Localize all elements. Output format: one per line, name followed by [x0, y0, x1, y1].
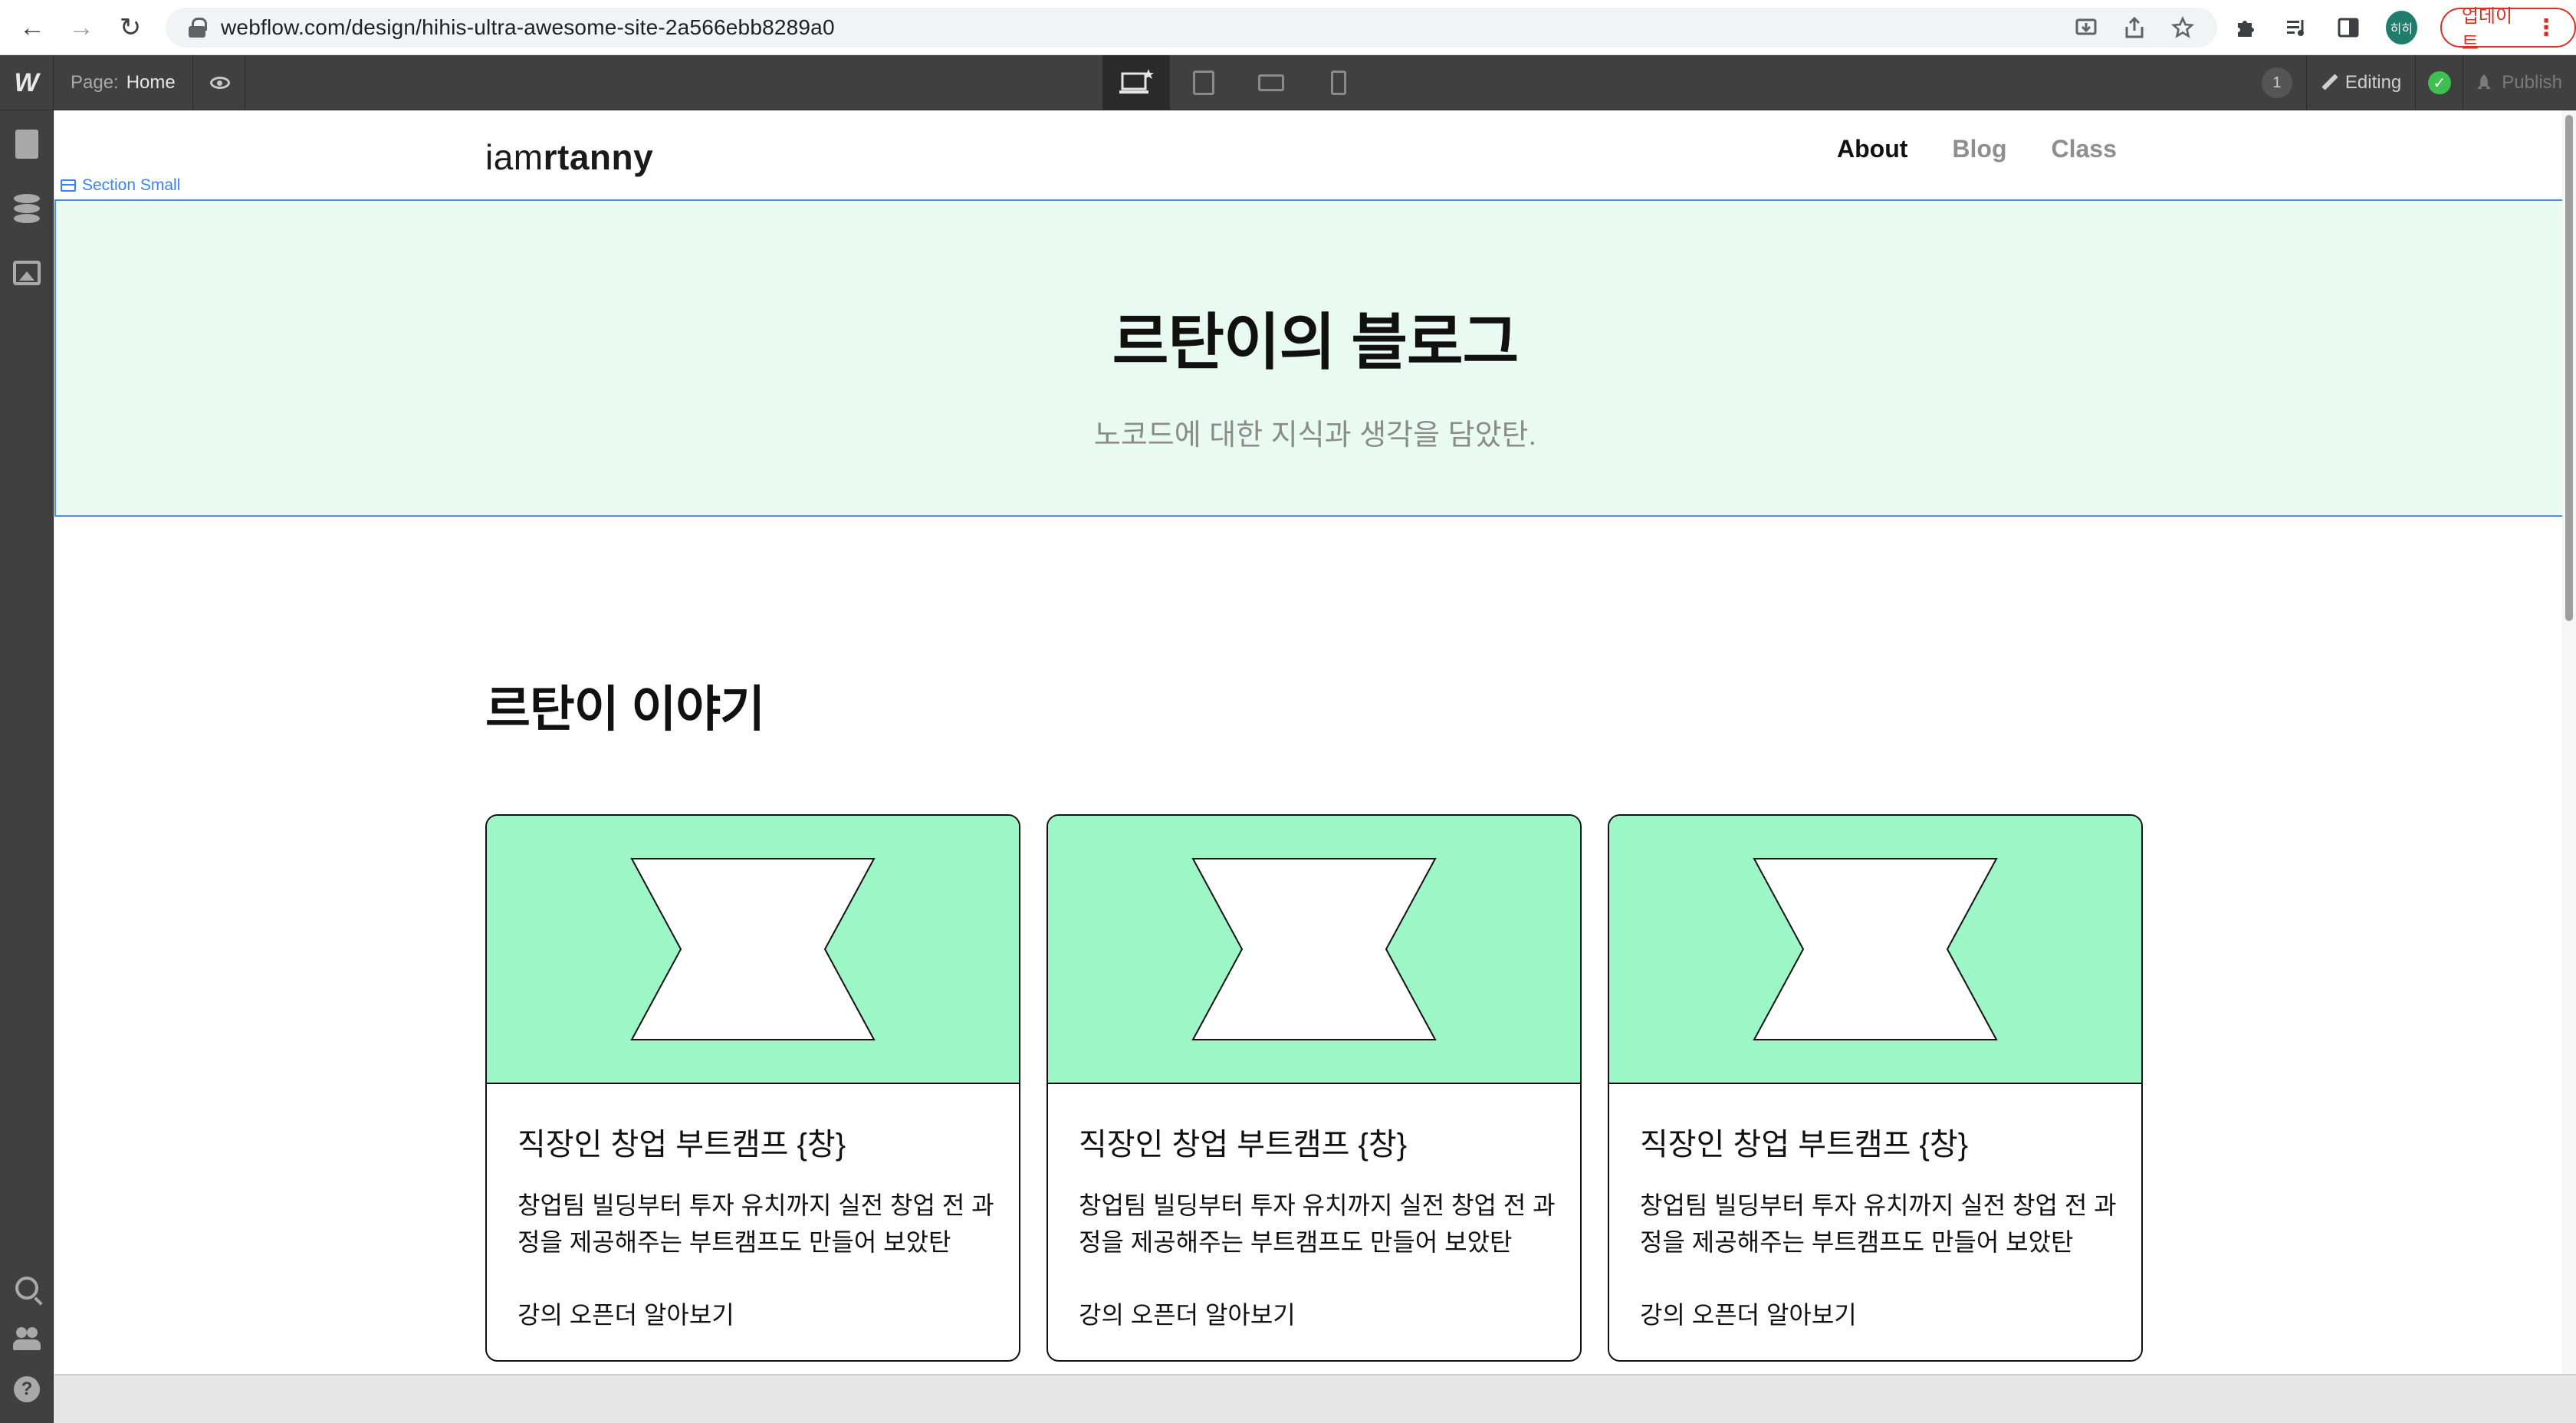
reload-icon: ↻ — [119, 13, 142, 42]
section-icon — [61, 179, 76, 192]
placeholder-image-icon — [1753, 858, 1998, 1040]
breakpoint-tablet[interactable] — [1170, 55, 1237, 110]
designer-topbar: W Page: Home 1 Editing ✓ Publish — [0, 55, 2576, 110]
tablet-icon — [1193, 71, 1214, 95]
editing-label: Editing — [2344, 72, 2402, 93]
webflow-logo[interactable]: W — [0, 55, 54, 110]
more-vert-icon: ⋮ — [2535, 15, 2558, 41]
blog-card[interactable]: 직장인 창업 부트캠프 {창} 창업팀 빌딩부터 투자 유치까지 실전 창업 전… — [1608, 814, 2143, 1362]
check-circle-icon: ✓ — [2427, 71, 2451, 94]
media-control-icon[interactable] — [2282, 12, 2311, 43]
breakpoint-desktop[interactable] — [1102, 55, 1170, 110]
hero-section[interactable]: 르탄이의 블로그 노코드에 대한 지식과 생각을 담았탄. — [54, 199, 2576, 517]
publish-label: Publish — [2502, 72, 2562, 93]
saved-status: ✓ — [2415, 55, 2463, 110]
card-link[interactable]: 강의 오픈더 알아보기 — [1079, 1296, 1296, 1331]
mobile-portrait-icon — [1331, 71, 1346, 95]
hero-title: 르탄이의 블로그 — [1112, 308, 1519, 376]
url-text[interactable]: webflow.com/design/hihis-ultra-awesome-s… — [221, 15, 835, 40]
left-toolbar: ? — [0, 110, 54, 1423]
page-name: Home — [126, 72, 176, 93]
canvas-scrollbar[interactable] — [2562, 110, 2576, 1374]
reload-button[interactable]: ↻ — [106, 0, 155, 55]
site-navbar: iamrtanny About Blog Class Section Small — [54, 110, 2576, 199]
card-title: 직장인 창업 부트캠프 {창} — [518, 1128, 846, 1162]
forward-button[interactable]: → — [57, 0, 106, 55]
blog-card[interactable]: 직장인 창업 부트캠프 {창} 창업팀 빌딩부터 투자 유치까지 실전 창업 전… — [1046, 814, 1582, 1362]
arrow-left-icon: ← — [19, 12, 45, 42]
pages-panel-button[interactable] — [0, 117, 54, 172]
side-panel-icon[interactable] — [2334, 12, 2363, 43]
design-canvas[interactable]: iamrtanny About Blog Class Section Small… — [54, 110, 2576, 1374]
preview-button[interactable] — [195, 55, 245, 110]
card-link[interactable]: 강의 오픈더 알아보기 — [1640, 1296, 1857, 1331]
placeholder-image-icon — [1191, 858, 1437, 1040]
selected-element-name: Section Small — [82, 176, 181, 194]
arrow-right-icon: → — [68, 12, 94, 42]
page-label: Page: — [71, 72, 119, 93]
breakpoint-selector — [1102, 55, 1372, 110]
pencil-icon — [2321, 74, 2338, 91]
address-bar[interactable]: webflow.com/design/hihis-ultra-awesome-s… — [166, 8, 2217, 48]
selected-element-tag[interactable]: Section Small — [61, 176, 180, 195]
blog-card[interactable]: 직장인 창업 부트캠프 {창} 창업팀 빌딩부터 투자 유치까지 실전 창업 전… — [485, 814, 1020, 1362]
breakpoint-mobile-portrait[interactable] — [1305, 55, 1372, 110]
eye-icon — [209, 77, 230, 89]
brand-light: iam — [485, 137, 544, 177]
mobile-landscape-icon — [1258, 74, 1284, 91]
update-label: 업데이트 — [2461, 6, 2513, 54]
card-list: 직장인 창업 부트캠프 {창} 창업팀 빌딩부터 투자 유치까지 실전 창업 전… — [485, 814, 2143, 1362]
card-image — [1048, 816, 1580, 1084]
card-link[interactable]: 강의 오픈더 알아보기 — [518, 1296, 734, 1331]
cms-panel-button[interactable] — [0, 181, 54, 236]
image-icon — [13, 261, 41, 285]
breadcrumb-bar — [54, 1374, 2576, 1423]
scrollbar-thumb[interactable] — [2565, 115, 2573, 621]
database-icon — [14, 194, 40, 223]
bookmark-star-icon[interactable] — [2171, 16, 2194, 39]
card-description: 창업팀 빌딩부터 투자 유치까지 실전 창업 전 과정을 제공해주는 부트캠프도… — [1640, 1191, 2117, 1256]
section-heading: 르탄이 이야기 — [485, 682, 765, 737]
notification-badge[interactable]: 1 — [2261, 67, 2292, 98]
lock-icon — [189, 18, 207, 38]
help-button[interactable]: ? — [0, 1362, 54, 1417]
profile-avatar[interactable]: 히히 — [2385, 11, 2417, 44]
search-icon — [15, 1277, 38, 1300]
card-image — [1609, 816, 2141, 1084]
browser-toolbar: ← → ↻ webflow.com/design/hihis-ultra-awe… — [0, 0, 2576, 55]
share-icon[interactable] — [2124, 16, 2145, 39]
assets-panel-button[interactable] — [0, 245, 54, 301]
nav-link-blog[interactable]: Blog — [1952, 135, 2006, 163]
help-icon: ? — [14, 1376, 40, 1402]
brand-bold: rtanny — [543, 137, 654, 177]
card-description: 창업팀 빌딩부터 투자 유치까지 실전 창업 전 과정을 제공해주는 부트캠프도… — [518, 1191, 994, 1256]
page-icon — [15, 130, 38, 159]
breakpoint-mobile-landscape[interactable] — [1237, 55, 1305, 110]
desktop-star-icon — [1119, 69, 1154, 94]
install-icon[interactable] — [2075, 16, 2098, 39]
card-description: 창업팀 빌딩부터 투자 유치까지 실전 창업 전 과정을 제공해주는 부트캠프도… — [1079, 1191, 1556, 1256]
people-icon — [13, 1327, 41, 1350]
extensions-icon[interactable] — [2231, 12, 2259, 43]
rocket-icon — [2477, 74, 2492, 89]
back-button[interactable]: ← — [8, 0, 57, 55]
nav-link-class[interactable]: Class — [2052, 135, 2117, 163]
nav-link-about[interactable]: About — [1837, 135, 1907, 163]
update-button[interactable]: 업데이트 ⋮ — [2440, 6, 2576, 54]
card-title: 직장인 창업 부트캠프 {창} — [1640, 1128, 1969, 1162]
placeholder-image-icon — [630, 858, 876, 1040]
collaborators-button[interactable] — [0, 1311, 54, 1366]
mode-editing[interactable]: Editing — [2305, 55, 2415, 110]
card-title: 직장인 창업 부트캠프 {창} — [1079, 1128, 1408, 1162]
page-switcher[interactable]: Page: Home — [54, 55, 193, 110]
site-brand[interactable]: iamrtanny — [485, 136, 653, 178]
search-button[interactable] — [0, 1260, 54, 1316]
publish-button[interactable]: Publish — [2463, 55, 2576, 110]
card-image — [487, 816, 1019, 1084]
site-nav-links: About Blog Class — [1837, 135, 2117, 163]
hero-subtitle: 노코드에 대한 지식과 생각을 담았탄. — [1093, 419, 1537, 452]
